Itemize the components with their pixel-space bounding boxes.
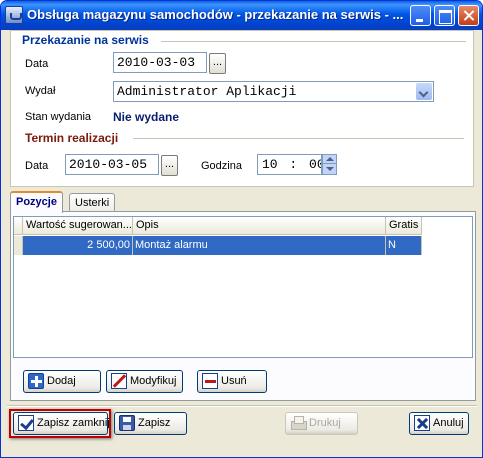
title-bar[interactable]: Obsługa magazynu samochodów - przekazani… — [1, 1, 482, 30]
column-header-value[interactable]: Wartość sugerowan... — [23, 217, 133, 235]
time-field[interactable]: 10 : 00 — [257, 154, 322, 175]
status-value: Nie wydane — [113, 110, 180, 124]
cell-value[interactable]: 2 500,00 — [23, 236, 133, 255]
modify-button-label: Modyfikuj — [130, 375, 177, 387]
transfer-date-picker-button[interactable]: ... — [209, 53, 226, 74]
time-spinner[interactable] — [322, 154, 337, 175]
save-button-label: Zapisz — [138, 417, 171, 429]
add-button-label: Dodaj — [47, 375, 76, 387]
delete-button[interactable]: Usuń — [197, 370, 267, 393]
dialog-window: Obsługa magazynu samochodów - przekazani… — [0, 0, 483, 458]
transfer-date-field[interactable]: 2010-03-03 — [113, 52, 207, 73]
app-icon — [5, 6, 23, 24]
column-header-description[interactable]: Opis — [133, 217, 386, 235]
issuer-label: Wydał — [25, 85, 56, 97]
spinner-up-icon[interactable] — [323, 155, 336, 164]
deadline-date-picker-button[interactable]: ... — [161, 155, 178, 176]
floppy-disk-icon — [119, 415, 135, 431]
issuer-select[interactable]: Administrator Aplikacji — [113, 81, 434, 102]
cancel-button[interactable]: Anuluj — [409, 412, 469, 435]
section-deadline-heading: Termin realizacji — [25, 131, 119, 145]
transfer-date-label: Data — [25, 58, 49, 70]
hour-label: Godzina — [201, 160, 242, 172]
positions-table[interactable]: Wartość sugerowan... Opis Gratis 2 500,0… — [13, 216, 473, 358]
chevron-down-icon[interactable] — [416, 83, 432, 100]
cell-gratis[interactable]: N — [386, 236, 422, 255]
row-indicator — [14, 236, 23, 255]
modify-button[interactable]: Modyfikuj — [106, 370, 183, 393]
delete-icon — [202, 373, 218, 389]
column-header-gratis[interactable]: Gratis — [386, 217, 422, 235]
positions-tab-panel: Wartość sugerowan... Opis Gratis 2 500,0… — [10, 211, 476, 401]
window-title: Obsługa magazynu samochodów - przekazani… — [27, 7, 404, 22]
checkmark-icon — [18, 415, 34, 431]
cancel-icon — [414, 415, 430, 431]
tab-positions[interactable]: Pozycje — [10, 191, 63, 213]
cancel-button-label: Anuluj — [433, 417, 464, 429]
maximize-icon[interactable] — [434, 5, 455, 26]
save-close-button-label: Zapisz zamknij — [37, 417, 110, 429]
row-indicator-header — [14, 217, 23, 235]
save-button[interactable]: Zapisz — [114, 412, 187, 435]
spinner-down-icon[interactable] — [323, 165, 336, 174]
close-icon[interactable] — [458, 5, 479, 26]
section-divider — [133, 138, 464, 140]
print-button[interactable]: Drukuj — [285, 412, 358, 435]
time-separator: : — [289, 157, 298, 172]
tab-defects[interactable]: Usterki — [69, 193, 116, 213]
deadline-date-field[interactable]: 2010-03-05 — [65, 154, 159, 175]
minute-value: 00 — [309, 157, 321, 172]
save-close-button[interactable]: Zapisz zamknij — [13, 412, 110, 435]
printer-icon — [290, 415, 307, 431]
section-divider — [161, 41, 466, 43]
cell-description[interactable]: Montaż alarmu — [133, 236, 386, 255]
footer-divider — [7, 405, 477, 407]
delete-button-label: Usuń — [221, 375, 247, 387]
minimize-icon[interactable] — [410, 5, 431, 26]
status-label: Stan wydania — [25, 111, 92, 123]
add-button[interactable]: Dodaj — [23, 370, 101, 393]
issuer-value: Administrator Aplikacji — [117, 84, 297, 99]
header-panel: Przekazanie na serwis Data 2010-03-03 ..… — [10, 30, 474, 187]
deadline-date-label: Data — [25, 160, 49, 172]
add-icon — [28, 373, 44, 389]
print-button-label: Drukuj — [309, 417, 341, 429]
edit-icon — [111, 373, 127, 389]
section-transfer-heading: Przekazanie na serwis — [22, 33, 149, 47]
hour-value: 10 — [262, 157, 278, 172]
